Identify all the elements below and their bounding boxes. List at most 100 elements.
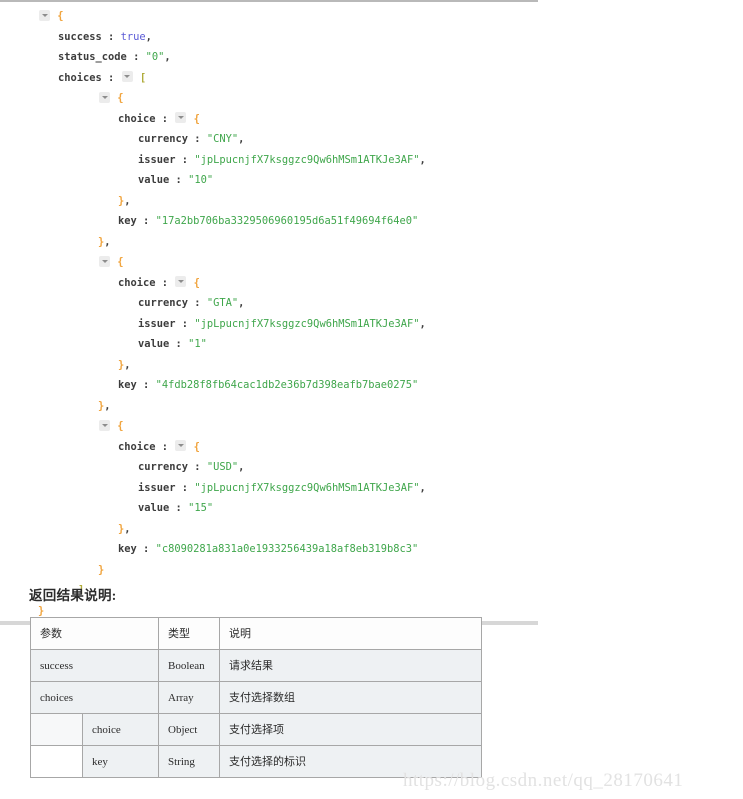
json-punctuation: : xyxy=(136,379,156,391)
json-key: currency xyxy=(138,461,189,473)
cell-parameter: choices xyxy=(30,681,159,715)
json-line: choice : { xyxy=(0,437,538,458)
collapse-triangle-icon[interactable] xyxy=(99,419,110,431)
cell-description: 支付选择项 xyxy=(219,713,482,747)
json-brace: { xyxy=(57,10,64,22)
json-key: success xyxy=(58,30,102,43)
collapse-triangle-icon[interactable] xyxy=(99,255,110,267)
json-punctuation: : xyxy=(188,461,207,473)
json-punctuation: , xyxy=(124,358,131,371)
json-key: key xyxy=(118,215,137,227)
json-boolean-value: true xyxy=(120,30,146,43)
json-key: choices xyxy=(58,71,102,84)
json-line: success : true, xyxy=(0,27,538,48)
json-line: issuer : "jpLpucnjfX7ksggzc9Qw6hMSm1ATKJ… xyxy=(0,150,538,171)
json-brace: { xyxy=(117,256,124,268)
th-type: 类型 xyxy=(158,616,220,651)
json-key: key xyxy=(118,379,137,391)
th-parameter: 参数 xyxy=(30,616,159,651)
json-brace: { xyxy=(187,440,200,453)
json-line: { xyxy=(0,252,538,273)
page-section-heading: 返回结果说明: xyxy=(29,588,117,603)
json-punctuation: : xyxy=(155,440,175,453)
json-punctuation: : xyxy=(169,502,189,514)
json-string-value: "GTA" xyxy=(206,297,239,309)
json-punctuation: : xyxy=(175,317,195,330)
json-punctuation: : xyxy=(155,112,175,125)
json-punctuation: : xyxy=(188,133,207,145)
json-string-value: "4fdb28f8fb64cac1db2e36b7d398eafb7bae027… xyxy=(155,379,419,391)
csdn-blog-watermark: https://blog.csdn.net/qq_28170641 xyxy=(403,770,684,791)
json-line: value : "15" xyxy=(0,498,538,519)
cell-type: String xyxy=(158,745,220,779)
json-brace: { xyxy=(187,276,200,289)
json-brace: { xyxy=(117,420,124,432)
json-key: choice xyxy=(118,440,156,453)
collapse-triangle-icon[interactable] xyxy=(39,9,50,21)
cell-parameter-blank xyxy=(30,745,83,779)
json-key: issuer xyxy=(138,481,176,494)
json-key: currency xyxy=(138,297,189,309)
json-string-value: "17a2bb706ba3329506960195d6a51f49694f64e… xyxy=(155,215,419,227)
json-string-value: "15" xyxy=(188,502,214,514)
json-key: issuer xyxy=(138,153,176,166)
json-punctuation: : xyxy=(101,30,121,43)
json-brace: } xyxy=(38,604,45,617)
json-key: key xyxy=(118,543,137,555)
json-punctuation: , xyxy=(164,51,171,63)
json-line: choices : [ xyxy=(0,68,538,89)
json-string-value: "1" xyxy=(188,338,207,350)
json-line: }, xyxy=(0,355,538,376)
json-line: { xyxy=(0,6,538,27)
collapse-triangle-icon[interactable] xyxy=(175,276,187,287)
json-punctuation: : xyxy=(188,297,207,309)
json-line: } xyxy=(0,560,538,581)
json-line: issuer : "jpLpucnjfX7ksggzc9Qw6hMSm1ATKJ… xyxy=(0,478,538,499)
json-line: currency : "USD", xyxy=(0,457,538,478)
collapse-triangle-icon[interactable] xyxy=(175,112,187,123)
cell-type: Boolean xyxy=(158,649,220,683)
json-line: key : "4fdb28f8fb64cac1db2e36b7d398eafb7… xyxy=(0,375,538,396)
json-punctuation: : xyxy=(169,174,189,186)
json-punctuation: , xyxy=(104,399,111,412)
collapse-triangle-icon[interactable] xyxy=(121,71,133,82)
json-response-viewer: { success : true, status_code : "0", choice… xyxy=(0,0,538,625)
return-parameters-table: 参数 类型 说明 success Boolean 请求结果 choices Ar… xyxy=(30,616,482,779)
json-key: value xyxy=(138,174,170,186)
json-punctuation: : xyxy=(175,153,195,166)
json-line: value : "10" xyxy=(0,170,538,191)
json-punctuation: , xyxy=(104,235,111,248)
json-brace: { xyxy=(187,112,200,125)
json-punctuation: : xyxy=(136,215,156,227)
json-string-value: "c8090281a831a0e1933256439a18af8eb319b8c… xyxy=(155,543,419,555)
json-line: key : "17a2bb706ba3329506960195d6a51f496… xyxy=(0,211,538,232)
json-line: issuer : "jpLpucnjfX7ksggzc9Qw6hMSm1ATKJ… xyxy=(0,314,538,335)
json-key: value xyxy=(138,502,170,514)
json-string-value: "USD" xyxy=(206,461,239,473)
json-string-value: "0" xyxy=(145,51,165,63)
json-key: choice xyxy=(118,276,156,289)
json-brace: { xyxy=(117,92,124,104)
cell-type: Object xyxy=(158,713,220,747)
json-line: { xyxy=(0,416,538,437)
table-row: success Boolean 请求结果 xyxy=(30,649,482,683)
json-punctuation: : xyxy=(169,338,189,350)
json-line: currency : "CNY", xyxy=(0,129,538,150)
json-key: choice xyxy=(118,112,156,125)
table-header-row: 参数 类型 说明 xyxy=(30,616,482,651)
collapse-triangle-icon[interactable] xyxy=(99,91,110,103)
json-line: key : "c8090281a831a0e1933256439a18af8eb… xyxy=(0,539,538,560)
json-line: choice : { xyxy=(0,109,538,130)
json-punctuation: , xyxy=(419,317,426,330)
json-line: choice : { xyxy=(0,273,538,294)
collapse-triangle-icon[interactable] xyxy=(175,440,187,451)
json-punctuation: : xyxy=(101,71,121,84)
json-string-value: "CNY" xyxy=(206,133,239,145)
json-key: status_code xyxy=(58,51,127,63)
json-key: currency xyxy=(138,133,189,145)
cell-sub-parameter: key xyxy=(82,745,159,779)
table-row: choices Array 支付选择数组 xyxy=(30,681,482,715)
json-punctuation: , xyxy=(419,153,426,166)
json-punctuation: , xyxy=(145,30,152,43)
json-bracket: [ xyxy=(133,71,147,84)
